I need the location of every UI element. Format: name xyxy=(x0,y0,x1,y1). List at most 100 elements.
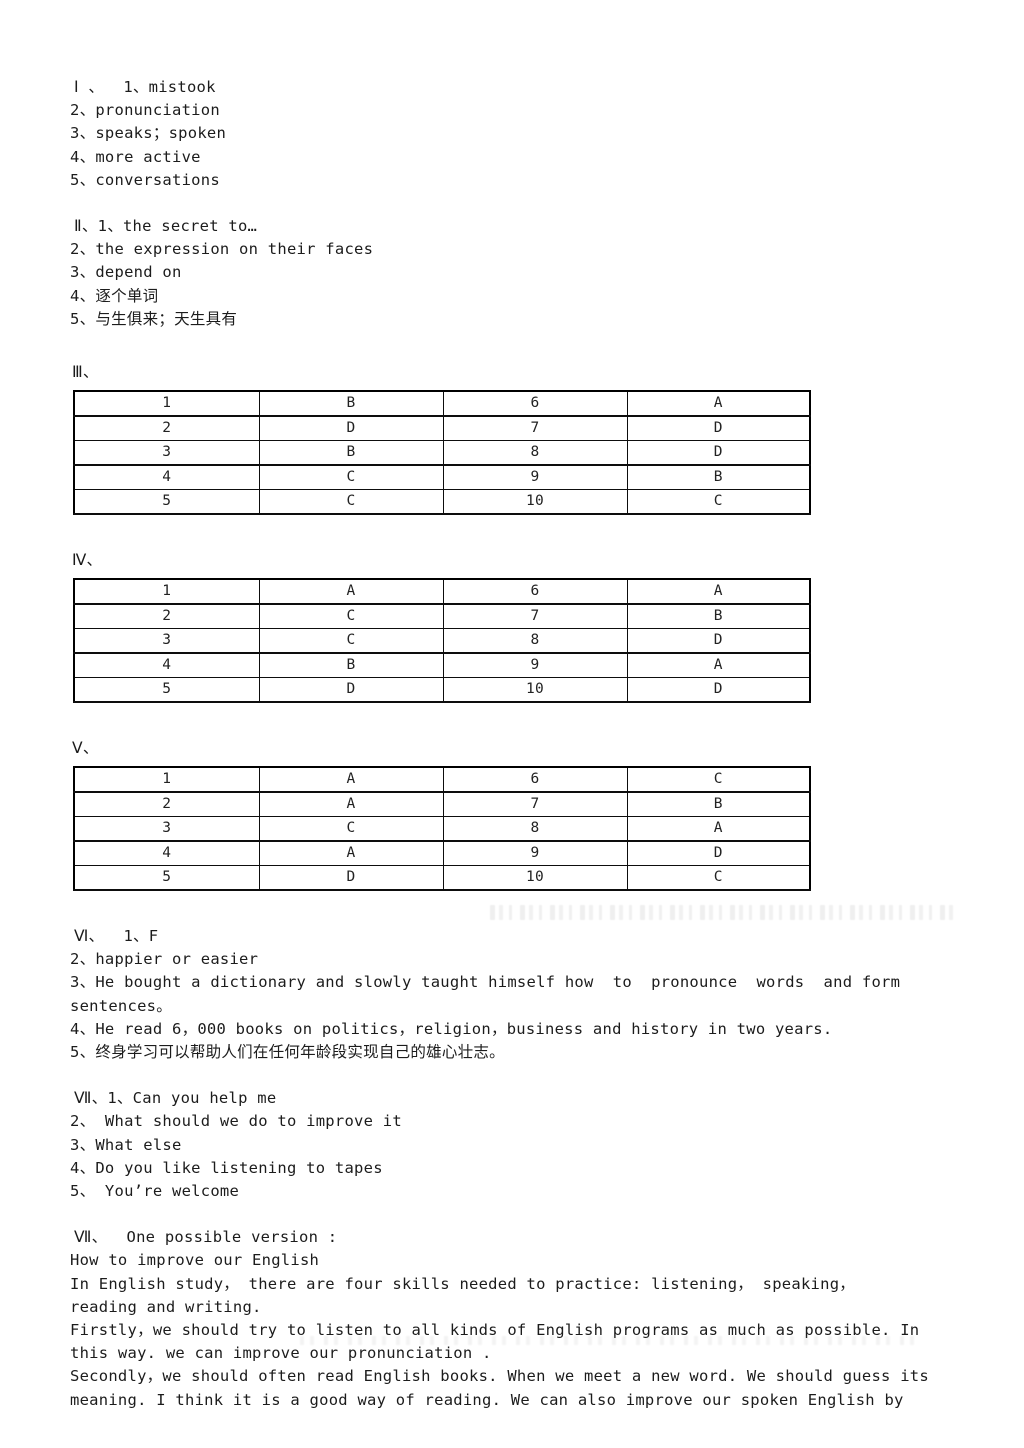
section-1: Ⅰ 、 1、mistook 2、pronunciation 3、speaks；s… xyxy=(70,76,954,192)
cell-a: B xyxy=(626,791,811,818)
section-2: Ⅱ、1、the secret to… 2、the expression on t… xyxy=(70,215,954,331)
cell-a: B xyxy=(258,390,444,417)
cell-q: 5 xyxy=(73,865,260,892)
section-6-heading: Ⅵ、 1、F xyxy=(74,927,159,946)
essay-line-1: In English study， there are four skills … xyxy=(70,1274,856,1293)
table-row: 3 C 8 D xyxy=(73,628,811,654)
cell-q: 2 xyxy=(73,603,260,630)
cell-a: C xyxy=(626,865,811,892)
cell-q: 1 xyxy=(73,578,260,605)
section-8-heading: Ⅶ、 One possible version : xyxy=(74,1228,338,1247)
section-3: Ⅲ、 1 B 6 A 2 D 7 D 3 B 8 D 4 C 9 B 5 C 1… xyxy=(70,361,954,516)
cell-q: 6 xyxy=(442,390,628,417)
cell-a: A xyxy=(258,840,444,867)
section-6-item-3: 3、He bought a dictionary and slowly taug… xyxy=(70,973,901,992)
cell-q: 10 xyxy=(442,489,628,516)
cell-q: 7 xyxy=(442,791,628,818)
section-1-item-2: 2、pronunciation xyxy=(70,101,220,120)
essay-line-4: this way. we can improve our pronunciati… xyxy=(70,1344,492,1363)
answer-table-4: 1 A 6 A 2 C 7 B 3 C 8 D 4 B 9 A 5 D 10 D xyxy=(73,578,811,704)
cell-q: 8 xyxy=(442,816,628,842)
section-7-item-3: 3、What else xyxy=(70,1135,182,1154)
cell-q: 7 xyxy=(442,415,628,442)
cell-a: D xyxy=(258,415,444,442)
section-4: Ⅳ、 1 A 6 A 2 C 7 B 3 C 8 D 4 B 9 A 5 D 1… xyxy=(70,549,954,704)
section-1-item-5: 5、conversations xyxy=(70,170,220,189)
cell-q: 5 xyxy=(73,489,260,516)
cell-q: 9 xyxy=(442,840,628,867)
document-content: Ⅰ 、 1、mistook 2、pronunciation 3、speaks；s… xyxy=(70,76,954,1412)
section-7-item-2: 2、 What should we do to improve it xyxy=(70,1112,402,1131)
cell-a: D xyxy=(626,840,811,867)
section-6-item-5: 5、终身学习可以帮助人们在任何年龄段实现自己的雄心壮志。 xyxy=(70,1043,505,1062)
cell-q: 4 xyxy=(73,464,260,491)
table-row: 3 B 8 D xyxy=(73,440,811,466)
cell-a: B xyxy=(626,603,811,630)
cell-q: 1 xyxy=(73,390,260,417)
answer-key-page: Ⅰ 、 1、mistook 2、pronunciation 3、speaks；s… xyxy=(0,0,1024,1448)
cell-a: D xyxy=(626,628,811,654)
section-3-heading: Ⅲ、 xyxy=(72,363,99,382)
cell-a: A xyxy=(626,816,811,842)
cell-a: B xyxy=(258,652,444,679)
cell-q: 10 xyxy=(442,865,628,892)
answer-table-3: 1 B 6 A 2 D 7 D 3 B 8 D 4 C 9 B 5 C 10 C xyxy=(73,390,811,516)
table-row: 2 C 7 B xyxy=(73,603,811,630)
cell-a: C xyxy=(626,766,811,793)
cell-q: 3 xyxy=(73,440,260,466)
section-6-item-4: 4、He read 6，000 books on politics，religi… xyxy=(70,1019,833,1038)
cell-q: 3 xyxy=(73,628,260,654)
cell-q: 7 xyxy=(442,603,628,630)
cell-q: 2 xyxy=(73,415,260,442)
section-2-item-2: 2、the expression on their faces xyxy=(70,240,374,259)
answer-table-5: 1 A 6 C 2 A 7 B 3 C 8 A 4 A 9 D 5 D 10 C xyxy=(73,766,811,892)
cell-a: A xyxy=(258,791,444,818)
cell-a: C xyxy=(258,816,444,842)
section-7: Ⅶ、1、Can you help me 2、 What should we do… xyxy=(70,1087,954,1203)
section-1-heading: Ⅰ 、 1、mistook xyxy=(74,78,216,96)
cell-a: A xyxy=(258,766,444,793)
cell-q: 6 xyxy=(442,578,628,605)
section-2-item-5: 5、与生俱来；天生具有 xyxy=(70,309,238,328)
section-2-heading: Ⅱ、1、the secret to… xyxy=(74,217,258,236)
table-row: 5 D 10 C xyxy=(73,865,811,892)
section-8-essay: Ⅶ、 One possible version : How to improve… xyxy=(70,1226,954,1412)
cell-q: 2 xyxy=(73,791,260,818)
cell-q: 1 xyxy=(73,766,260,793)
section-1-item-3: 3、speaks；spoken xyxy=(70,124,227,143)
cell-a: B xyxy=(258,440,444,466)
section-2-item-3: 3、depend on xyxy=(70,263,182,282)
essay-line-2: reading and writing. xyxy=(70,1297,262,1316)
cell-a: C xyxy=(258,603,444,630)
cell-a: D xyxy=(626,440,811,466)
table-row: 1 A 6 A xyxy=(73,578,811,605)
cell-a: D xyxy=(258,677,444,704)
cell-a: D xyxy=(626,677,811,704)
cell-q: 6 xyxy=(442,766,628,793)
section-7-item-4: 4、Do you like listening to tapes xyxy=(70,1158,383,1177)
cell-q: 4 xyxy=(73,652,260,679)
table-row: 1 B 6 A xyxy=(73,390,811,417)
section-5-heading: Ⅴ、 xyxy=(72,739,99,758)
section-5: Ⅴ、 1 A 6 C 2 A 7 B 3 C 8 A 4 A 9 D 5 D 1… xyxy=(70,737,954,892)
cell-q: 9 xyxy=(442,652,628,679)
cell-q: 3 xyxy=(73,816,260,842)
cell-q: 8 xyxy=(442,628,628,654)
section-4-heading: Ⅳ、 xyxy=(72,551,103,570)
cell-a: D xyxy=(258,865,444,892)
table-row: 3 C 8 A xyxy=(73,816,811,842)
section-6: Ⅵ、 1、F 2、happier or easier 3、He bought a… xyxy=(70,925,954,1064)
section-6-item-2: 2、happier or easier xyxy=(70,950,259,969)
cell-a: C xyxy=(258,464,444,491)
table-row: 4 B 9 A xyxy=(73,652,811,679)
essay-title: How to improve our English xyxy=(70,1251,320,1270)
table-row: 2 A 7 B xyxy=(73,791,811,818)
section-7-item-5: 5、 You’re welcome xyxy=(70,1182,240,1201)
table-row: 5 D 10 D xyxy=(73,677,811,704)
cell-a: A xyxy=(626,578,811,605)
